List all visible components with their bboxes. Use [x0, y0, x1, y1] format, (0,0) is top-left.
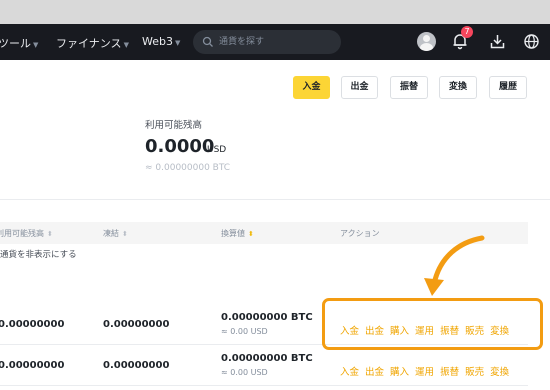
browser-top-strip — [0, 0, 550, 24]
deposit-button[interactable]: 入金 — [293, 76, 330, 99]
value-usd-cell: ≈ 0.00 USD — [221, 368, 268, 377]
action-convert[interactable]: 変換 — [490, 364, 509, 378]
search-input[interactable] — [219, 34, 334, 50]
nav-web3-label: Web3 — [142, 35, 173, 48]
action-transfer[interactable]: 振替 — [440, 364, 459, 378]
history-button[interactable]: 履歴 — [489, 76, 527, 99]
header-available[interactable]: 利用可能残高 ⬍ — [0, 228, 53, 239]
action-sell[interactable]: 販売 — [465, 364, 484, 378]
nav-tools[interactable]: ツール ▼ — [0, 35, 38, 51]
annotation-arrow-icon — [424, 235, 485, 296]
header-available-label: 利用可能残高 — [0, 229, 44, 238]
balance-btc: ≈ 0.00000000 BTC — [145, 163, 231, 173]
balance-label: 利用可能残高 — [145, 120, 203, 131]
nav-tools-label: ツール — [0, 37, 31, 50]
transfer-button[interactable]: 振替 — [390, 76, 428, 99]
header-value-label: 換算値 — [221, 229, 245, 238]
row-actions: 入金 出金 購入 運用 振替 販売 変換 — [340, 360, 515, 379]
top-navbar: ツール▼ ファイナンス▼ Web3▼ 7 — [0, 24, 550, 60]
nav-finance[interactable]: ファイナンス ▼ — [56, 35, 129, 51]
header-action: アクション — [340, 229, 380, 238]
download-icon[interactable] — [489, 33, 506, 50]
search-box[interactable] — [193, 30, 341, 54]
action-earn[interactable]: 運用 — [415, 364, 434, 378]
action-buy[interactable]: 購入 — [390, 364, 409, 378]
action-deposit[interactable]: 入金 — [340, 364, 359, 378]
sort-icon: ⬍ — [248, 230, 254, 238]
search-icon — [202, 36, 213, 47]
balance-amount: 0.0000 — [145, 136, 215, 157]
hide-small-balances-label[interactable]: 通貨を非表示にする — [0, 248, 77, 260]
avatar[interactable] — [417, 32, 436, 51]
header-value[interactable]: 換算値 ⬍ — [221, 228, 254, 239]
actions-highlight-box — [322, 298, 543, 350]
frozen-cell: 0.00000000 — [103, 360, 170, 371]
sort-icon: ⬍ — [47, 230, 53, 238]
nav-web3[interactable]: Web3 ▼ — [142, 35, 180, 48]
withdraw-button[interactable]: 出金 — [341, 76, 378, 99]
frozen-cell: 0.00000000 — [103, 319, 170, 330]
notification-badge: 7 — [461, 26, 473, 38]
header-frozen[interactable]: 凍結 ⬍ — [103, 228, 128, 239]
nav-finance-label: ファイナンス — [56, 37, 122, 50]
balance-unit: USD — [207, 145, 227, 155]
chevron-down-icon: ▼ — [123, 41, 129, 49]
value-usd-cell: ≈ 0.00 USD — [221, 327, 268, 336]
sort-icon: ⬍ — [122, 230, 128, 238]
chevron-down-icon: ▼ — [33, 41, 39, 49]
convert-button[interactable]: 変換 — [439, 76, 477, 99]
available-cell: 0.00000000 — [0, 319, 65, 330]
available-cell: 0.00000000 — [0, 360, 65, 371]
chevron-down-icon: ▼ — [174, 39, 181, 47]
header-frozen-label: 凍結 — [103, 229, 119, 238]
globe-icon[interactable] — [523, 33, 540, 50]
value-btc-cell: 0.00000000 BTC — [221, 353, 313, 364]
table-row: 0.00000000 0.00000000 0.00000000 BTC ≈ 0… — [0, 345, 528, 386]
value-btc-cell: 0.00000000 BTC — [221, 312, 313, 323]
action-withdraw[interactable]: 出金 — [365, 364, 384, 378]
section-divider — [0, 199, 550, 200]
